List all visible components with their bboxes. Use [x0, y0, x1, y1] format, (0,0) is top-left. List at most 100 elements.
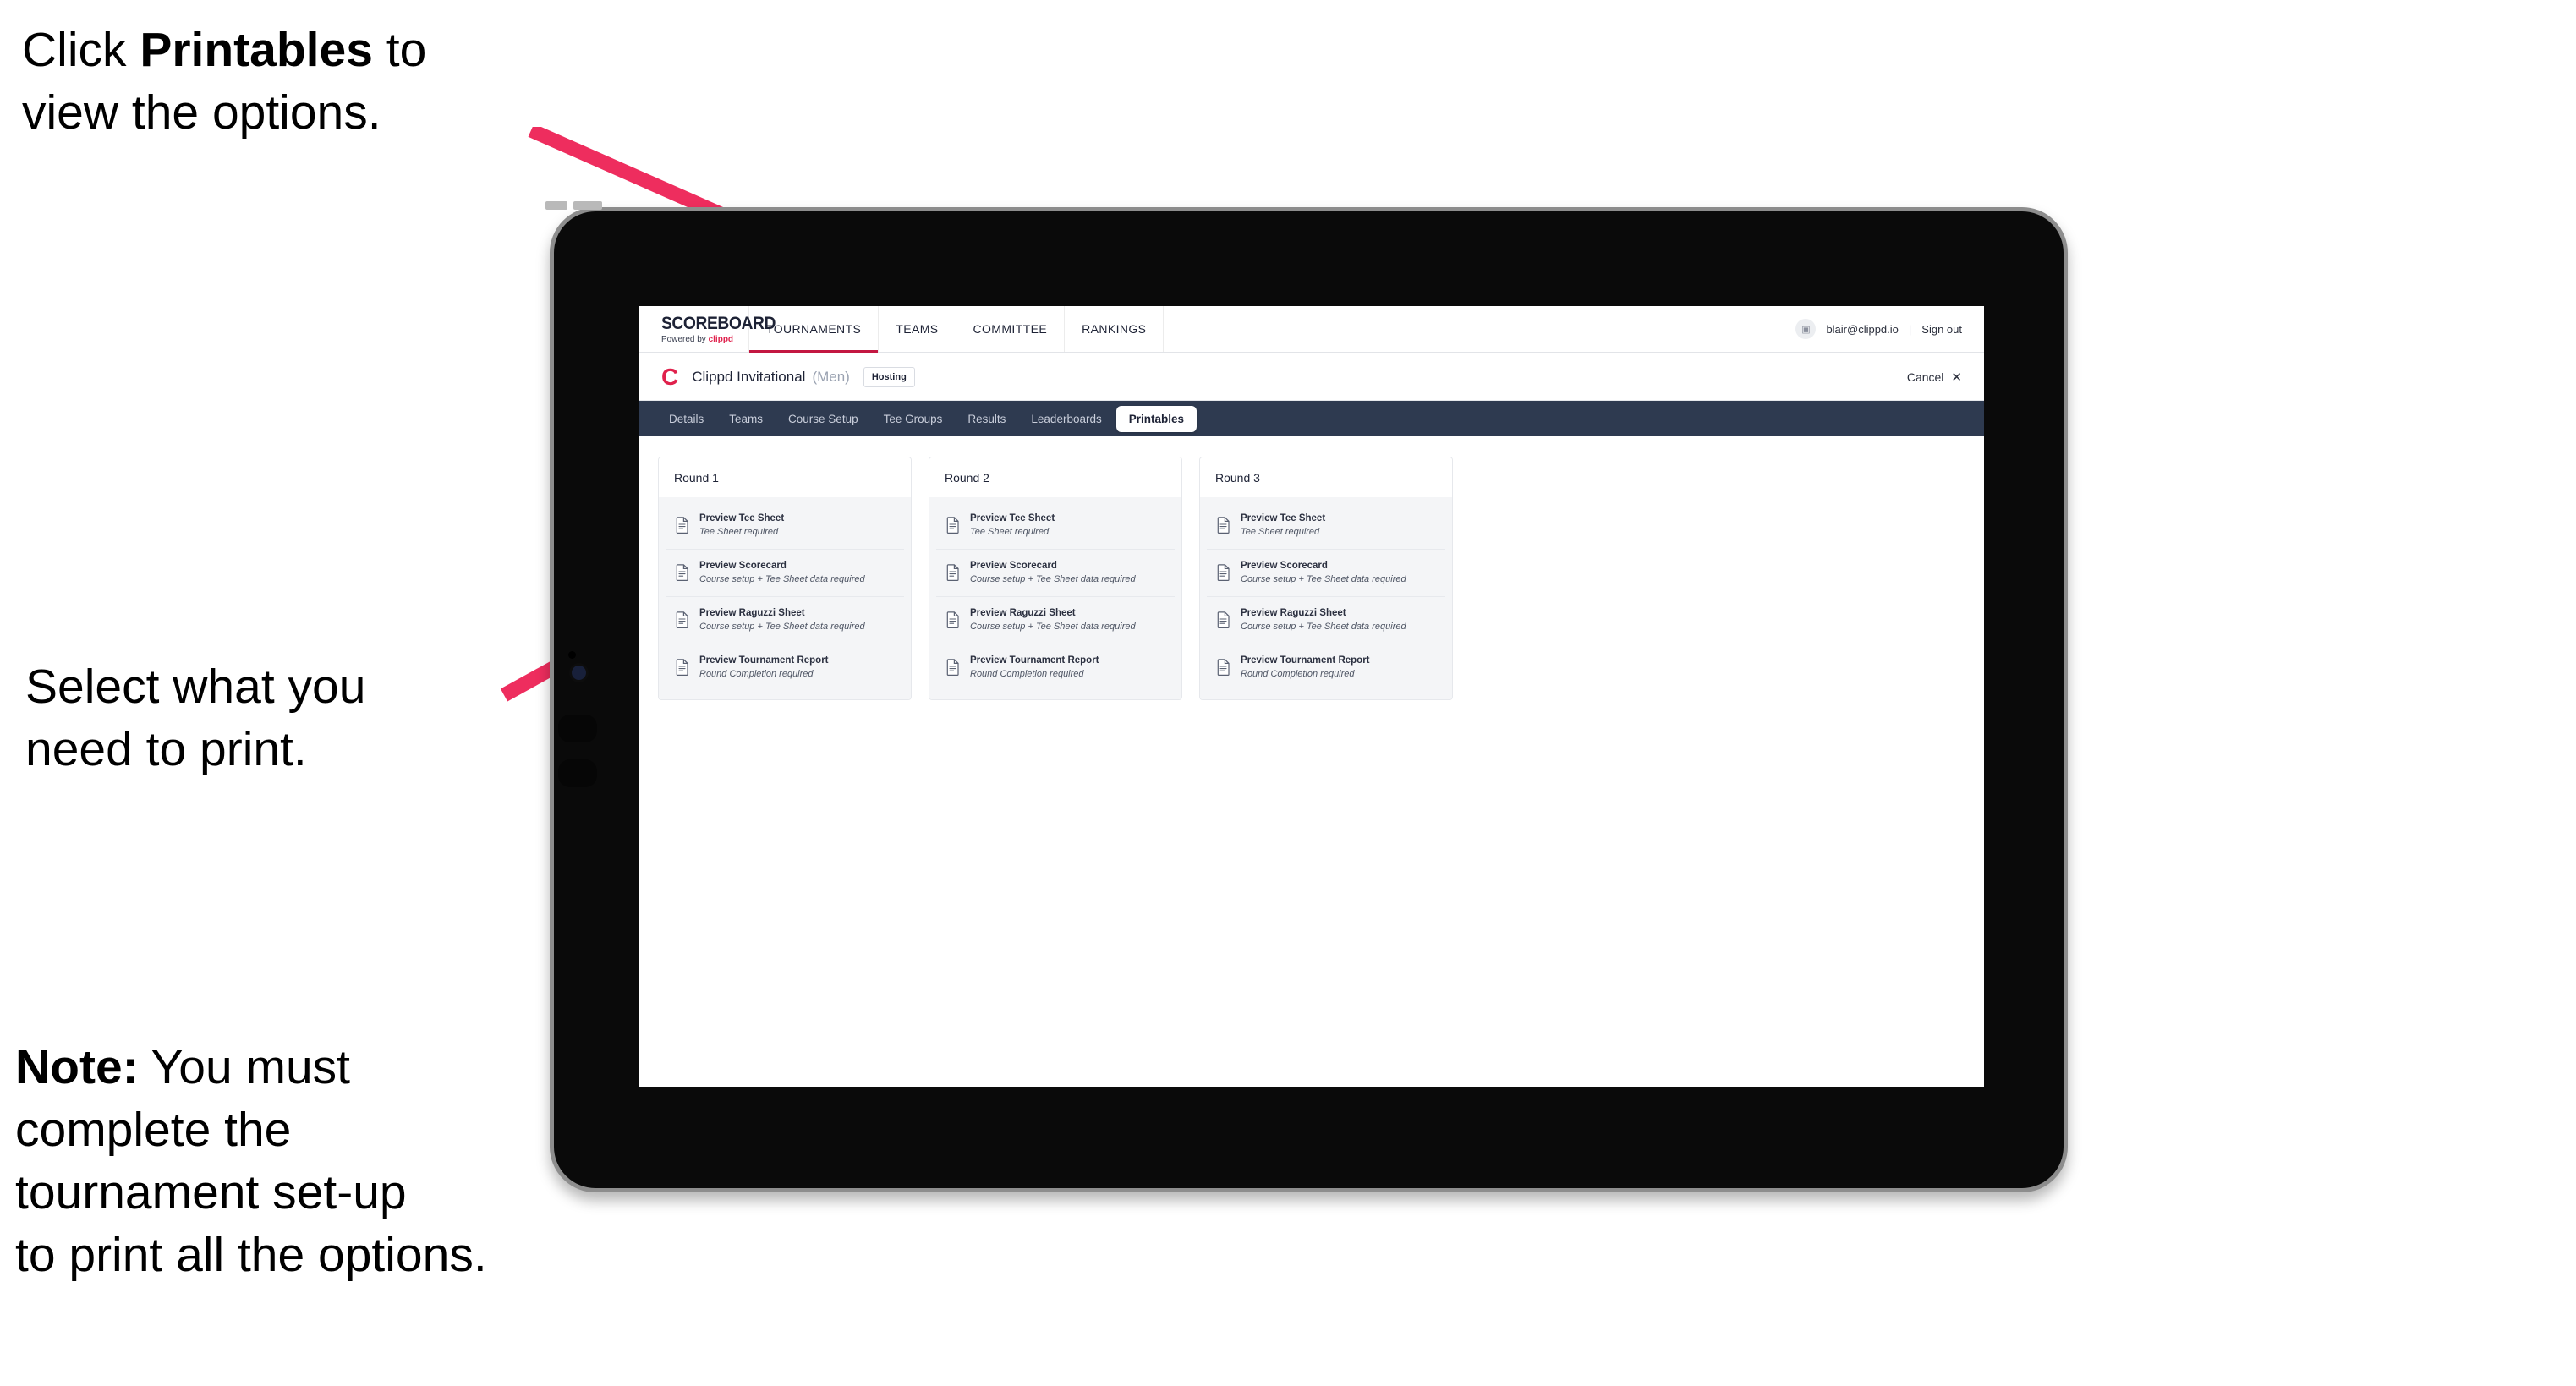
- printable-row[interactable]: Preview Raguzzi Sheet Course setup + Tee …: [666, 597, 904, 644]
- printable-text: Preview Tournament Report Round Completio…: [699, 655, 829, 680]
- printable-title: Preview Scorecard: [970, 560, 1057, 571]
- printable-row[interactable]: Preview Scorecard Course setup + Tee Shee…: [936, 550, 1175, 597]
- printable-title: Preview Tournament Report: [699, 655, 829, 666]
- cancel-button[interactable]: Cancel ✕: [1907, 370, 1962, 385]
- printable-text: Preview Tournament Report Round Completio…: [1241, 655, 1370, 680]
- tournament-tab-strip: Details Teams Course Setup Tee Groups Re…: [639, 401, 1984, 436]
- round-heading: Round 2: [929, 457, 1181, 497]
- tab-details[interactable]: Details: [658, 407, 715, 431]
- annotation-note-bold: Note:: [15, 1040, 139, 1094]
- round-heading: Round 3: [1200, 457, 1452, 497]
- printable-requirement: Course setup + Tee Sheet data required: [1241, 621, 1406, 632]
- tab-results[interactable]: Results: [956, 407, 1017, 431]
- close-icon: ✕: [1951, 370, 1962, 385]
- printable-requirement: Round Completion required: [1241, 668, 1355, 679]
- printable-text: Preview Scorecard Course setup + Tee Shee…: [1241, 561, 1406, 585]
- rounds-container: Round 1 Preview Tee Sheet Tee Sheet requir…: [658, 457, 1965, 700]
- document-icon: [676, 517, 688, 534]
- tablet-sensor-dot: [568, 651, 576, 659]
- document-icon: [946, 564, 959, 582]
- printable-row[interactable]: Preview Tee Sheet Tee Sheet required: [936, 502, 1175, 550]
- printable-title: Preview Tee Sheet: [1241, 513, 1326, 523]
- printable-row[interactable]: Preview Tee Sheet Tee Sheet required: [1207, 502, 1445, 550]
- round-card: Round 3 Preview Tee Sheet Tee Sheet requir…: [1199, 457, 1453, 700]
- tab-teams[interactable]: Teams: [718, 407, 774, 431]
- document-icon: [946, 517, 959, 534]
- printable-text: Preview Tee Sheet Tee Sheet required: [699, 513, 784, 538]
- brand-logo[interactable]: SCOREBOARD Powered by clippd: [639, 306, 776, 352]
- document-icon: [946, 611, 959, 629]
- printable-title: Preview Raguzzi Sheet: [970, 607, 1076, 618]
- printable-requirement: Tee Sheet required: [699, 526, 779, 537]
- tablet-top-button-a: [545, 201, 567, 210]
- round-items: Preview Tee Sheet Tee Sheet required Previ…: [929, 497, 1181, 699]
- printable-row[interactable]: Preview Raguzzi Sheet Course setup + Tee …: [1207, 597, 1445, 644]
- main-nav-committee[interactable]: COMMITTEE: [956, 306, 1066, 352]
- main-navigation: TOURNAMENTS TEAMS COMMITTEE RANKINGS: [749, 306, 1165, 353]
- document-icon: [676, 564, 688, 582]
- tablet-camera-icon: [572, 666, 586, 680]
- printable-text: Preview Tee Sheet Tee Sheet required: [1241, 513, 1325, 538]
- tablet-volume-down-button[interactable]: [558, 759, 597, 787]
- printable-requirement: Round Completion required: [699, 668, 814, 679]
- printable-requirement: Round Completion required: [970, 668, 1084, 679]
- printable-row[interactable]: Preview Scorecard Course setup + Tee Shee…: [1207, 550, 1445, 597]
- document-icon: [946, 659, 959, 677]
- printables-content: Round 1 Preview Tee Sheet Tee Sheet requir…: [639, 436, 1984, 1087]
- printable-row[interactable]: Preview Raguzzi Sheet Course setup + Tee …: [936, 597, 1175, 644]
- header-user-area: ▣ blair@clippd.io | Sign out: [1795, 306, 1984, 352]
- printable-row[interactable]: Preview Tournament Report Round Completio…: [1207, 644, 1445, 691]
- tab-printables[interactable]: Printables: [1115, 405, 1198, 432]
- printable-text: Preview Tournament Report Round Completio…: [970, 655, 1099, 680]
- printable-row[interactable]: Preview Scorecard Course setup + Tee Shee…: [666, 550, 904, 597]
- printable-text: Preview Raguzzi Sheet Course setup + Tee …: [699, 608, 865, 633]
- printable-text: Preview Raguzzi Sheet Course setup + Tee …: [970, 608, 1136, 633]
- brand-tagline-prefix: Powered by: [661, 334, 709, 344]
- annotation-top-prefix: Click: [22, 23, 140, 77]
- annotation-top-bold: Printables: [140, 23, 373, 77]
- cancel-label: Cancel: [1906, 370, 1944, 384]
- slide-canvas: Click Printables to view the options. Se…: [0, 0, 2576, 1386]
- round-card: Round 2 Preview Tee Sheet Tee Sheet requir…: [929, 457, 1182, 700]
- printable-requirement: Course setup + Tee Sheet data required: [1241, 573, 1406, 584]
- clippd-logo-icon: C: [661, 363, 679, 390]
- tab-tee-groups[interactable]: Tee Groups: [873, 407, 954, 431]
- printable-row[interactable]: Preview Tee Sheet Tee Sheet required: [666, 502, 904, 550]
- printable-title: Preview Raguzzi Sheet: [1241, 607, 1346, 618]
- printable-title: Preview Raguzzi Sheet: [699, 607, 805, 618]
- main-nav-tournaments[interactable]: TOURNAMENTS: [749, 306, 880, 353]
- printable-title: Preview Tournament Report: [1241, 655, 1370, 666]
- brand-tagline: Powered by clippd: [661, 335, 748, 344]
- main-nav-rankings[interactable]: RANKINGS: [1065, 306, 1165, 352]
- printable-title: Preview Scorecard: [1241, 560, 1328, 571]
- document-icon: [1217, 517, 1230, 534]
- printable-title: Preview Scorecard: [699, 560, 787, 571]
- tournament-name: Clippd Invitational: [692, 368, 806, 385]
- annotation-click-printables: Click Printables to view the options.: [22, 19, 597, 144]
- header-separator: |: [1908, 322, 1912, 336]
- printable-row[interactable]: Preview Tournament Report Round Completio…: [666, 644, 904, 691]
- printable-requirement: Tee Sheet required: [1241, 526, 1320, 537]
- printable-requirement: Course setup + Tee Sheet data required: [699, 573, 865, 584]
- printable-requirement: Course setup + Tee Sheet data required: [970, 573, 1136, 584]
- brand-title: SCOREBOARD: [661, 313, 776, 333]
- printable-title: Preview Tournament Report: [970, 655, 1099, 666]
- document-icon: [1217, 564, 1230, 582]
- tab-leaderboards[interactable]: Leaderboards: [1020, 407, 1112, 431]
- tab-course-setup[interactable]: Course Setup: [777, 407, 869, 431]
- printable-requirement: Course setup + Tee Sheet data required: [970, 621, 1136, 632]
- tournament-sub-header: C Clippd Invitational (Men) Hosting Canc…: [639, 353, 1984, 401]
- sign-out-link[interactable]: Sign out: [1921, 323, 1962, 336]
- user-email: blair@clippd.io: [1826, 322, 1899, 336]
- brand-tagline-clippd: clippd: [708, 334, 734, 344]
- printable-row[interactable]: Preview Tournament Report Round Completio…: [936, 644, 1175, 691]
- printable-text: Preview Scorecard Course setup + Tee Shee…: [970, 561, 1136, 585]
- main-nav-teams[interactable]: TEAMS: [879, 306, 956, 352]
- avatar[interactable]: ▣: [1795, 319, 1817, 339]
- annotation-select-to-print: Select what you need to print.: [25, 660, 366, 777]
- printable-title: Preview Tee Sheet: [970, 513, 1055, 523]
- global-header: SCOREBOARD Powered by clippd TOURNAMENTS…: [639, 306, 1984, 353]
- round-card: Round 1 Preview Tee Sheet Tee Sheet requir…: [658, 457, 912, 700]
- round-items: Preview Tee Sheet Tee Sheet required Previ…: [659, 497, 911, 699]
- tablet-volume-up-button[interactable]: [558, 715, 597, 742]
